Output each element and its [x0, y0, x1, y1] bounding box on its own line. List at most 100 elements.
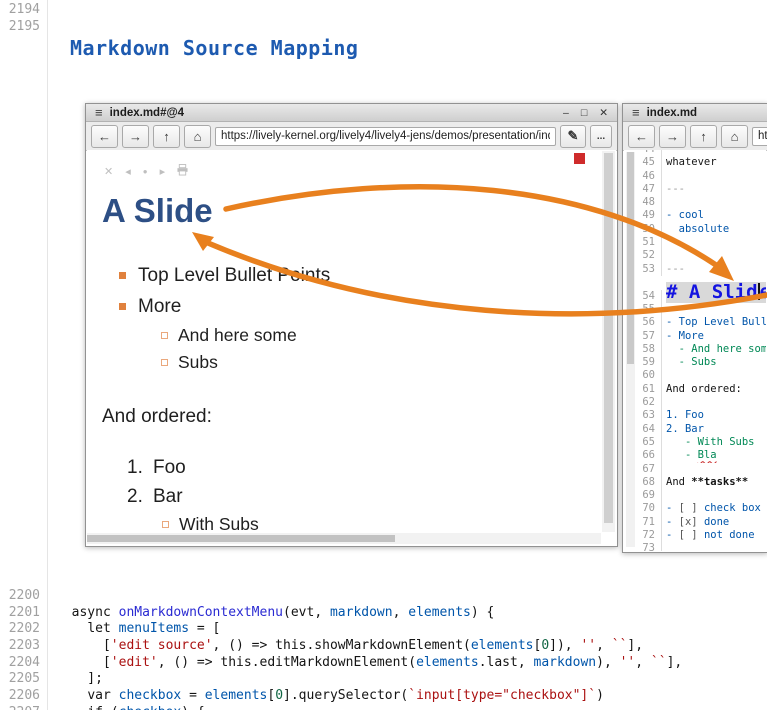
code-line[interactable]: 2200: [0, 588, 767, 605]
line-number: 52: [633, 249, 662, 262]
editor-line[interactable]: 68And **tasks**: [633, 476, 766, 489]
code-line[interactable]: 2206 var checkbox = elements[0].querySel…: [0, 688, 767, 705]
editor-line[interactable]: 57- More: [633, 330, 766, 343]
editor-line[interactable]: 73: [633, 542, 766, 551]
scrollbar-thumb[interactable]: [87, 535, 395, 542]
more-button[interactable]: ...: [590, 125, 612, 148]
editor-line[interactable]: 45whatever: [633, 156, 766, 169]
forward-icon: →: [129, 129, 142, 144]
line-number: 2205: [0, 671, 40, 688]
editor-line[interactable]: 642. Bar: [633, 423, 766, 436]
back-icon: ←: [635, 129, 648, 144]
editor-line[interactable]: 47---: [633, 183, 766, 196]
bullet-hollow-square-icon: [162, 521, 169, 528]
forward-button[interactable]: →: [659, 125, 686, 148]
presentation-content: ✕ ◂ ● ▸ A Slide Top Level Bullet PointsM…: [87, 150, 616, 545]
next-slide-icon[interactable]: ▸: [160, 165, 166, 178]
editor-line[interactable]: 67: [633, 463, 766, 476]
editor-line[interactable]: 56- Top Level Bullet Points: [633, 316, 766, 329]
editor-line[interactable]: 51: [633, 236, 766, 249]
code-line[interactable]: 2204 ['edit', () => this.editMarkdownEle…: [0, 655, 767, 672]
editor-line[interactable]: 54# A Slide: [633, 276, 766, 303]
editor-line[interactable]: 66 - Bla: [633, 449, 766, 462]
editor-line[interactable]: 61And ordered:: [633, 383, 766, 396]
line-number: 49: [633, 209, 662, 222]
editor-scrollbar[interactable]: [626, 152, 635, 547]
close-slide-icon[interactable]: ✕: [104, 165, 113, 178]
code-line[interactable]: 2201 async onMarkdownContextMenu(evt, ma…: [0, 605, 767, 622]
slide-title: A Slide: [102, 192, 586, 230]
editor-line[interactable]: 65 - With Subs: [633, 436, 766, 449]
hamburger-menu-icon[interactable]: ≡: [95, 105, 103, 120]
editor-line[interactable]: 71- [x] done: [633, 516, 766, 529]
window-title: index.md: [647, 107, 697, 119]
editor-line[interactable]: 55: [633, 303, 766, 316]
hamburger-menu-icon[interactable]: ≡: [632, 105, 640, 120]
line-number: 63: [633, 409, 662, 422]
url-input[interactable]: [752, 127, 767, 146]
editor-line[interactable]: 69: [633, 489, 766, 502]
prev-slide-icon[interactable]: ◂: [125, 165, 131, 178]
line-number: 69: [633, 489, 662, 502]
markdown-header-text[interactable]: # A Slide: [666, 282, 766, 303]
line-number: 68: [633, 476, 662, 489]
editor-line[interactable]: 62: [633, 396, 766, 409]
forward-icon: →: [666, 129, 679, 144]
code-line[interactable]: 2203 ['edit source', () => this.showMark…: [0, 638, 767, 655]
close-button[interactable]: ✕: [599, 107, 608, 119]
code-line[interactable]: 2205 ];: [0, 671, 767, 688]
print-icon[interactable]: [177, 164, 188, 179]
window-titlebar[interactable]: ≡ index.md#@4 – □ ✕: [86, 104, 617, 122]
slide-bullet-item: MoreAnd here someSubs: [138, 291, 586, 376]
home-button[interactable]: ⌂: [721, 125, 748, 148]
line-number: 53: [633, 263, 662, 276]
editor-line[interactable]: 631. Foo: [633, 409, 766, 422]
line-number: 65: [633, 436, 662, 449]
code-line[interactable]: 2207 if (checkbox) {: [0, 705, 767, 710]
line-number: 72: [633, 529, 662, 542]
editor-line[interactable]: 49- cool: [633, 209, 766, 222]
home-button[interactable]: ⌂: [184, 125, 211, 148]
bullet-square-icon: [119, 272, 126, 279]
line-number: 67: [633, 463, 662, 476]
maximize-button[interactable]: □: [581, 107, 587, 119]
editor-line[interactable]: 46: [633, 170, 766, 183]
editor-line[interactable]: 70- [ ] check box: [633, 502, 766, 515]
up-icon: ↑: [163, 129, 170, 144]
vertical-scrollbar[interactable]: [602, 151, 615, 532]
up-button[interactable]: ↑: [153, 125, 180, 148]
code-line[interactable]: 2202 let menuItems = [: [0, 621, 767, 638]
editor-line[interactable]: 58 - And here some: [633, 343, 766, 356]
back-button[interactable]: ←: [91, 125, 118, 148]
bullet-square-icon: [119, 303, 126, 310]
up-button[interactable]: ↑: [690, 125, 717, 148]
slide-dot-icon[interactable]: ●: [143, 167, 148, 176]
editor-line[interactable]: 72- [ ] not done: [633, 529, 766, 542]
line-number: 70: [633, 502, 662, 515]
window-titlebar[interactable]: ≡ index.md: [623, 104, 767, 122]
window-title: index.md#@4: [110, 107, 185, 119]
slide-bullet-list: Top Level Bullet PointsMoreAnd here some…: [102, 260, 586, 376]
slide-ordered-item: 1.Foo: [127, 454, 586, 483]
scrollbar-thumb[interactable]: [627, 152, 634, 364]
minimize-button[interactable]: –: [563, 107, 569, 119]
slide: A Slide Top Level Bullet PointsMoreAnd h…: [87, 192, 616, 538]
editor-line[interactable]: 50 absolute: [633, 223, 766, 236]
editor-line[interactable]: 53---: [633, 263, 766, 276]
edit-button[interactable]: ✎: [560, 125, 586, 148]
slide-sub-bullet-item: Subs: [178, 349, 586, 376]
line-number: 56: [633, 316, 662, 329]
forward-button[interactable]: →: [122, 125, 149, 148]
editor-line[interactable]: 48: [633, 196, 766, 209]
horizontal-scrollbar[interactable]: [87, 533, 601, 544]
line-number: 51: [633, 236, 662, 249]
back-button[interactable]: ←: [628, 125, 655, 148]
scrollbar-thumb[interactable]: [604, 153, 613, 523]
line-number: 2207: [0, 705, 40, 710]
line-number: 73: [633, 542, 662, 551]
url-input[interactable]: [215, 127, 556, 146]
editor-line[interactable]: 59 - Subs: [633, 356, 766, 369]
editor-line[interactable]: 52: [633, 249, 766, 262]
editor-content: 4445whatever4647---4849- cool50 absolute…: [624, 150, 766, 551]
editor-line[interactable]: 60: [633, 369, 766, 382]
